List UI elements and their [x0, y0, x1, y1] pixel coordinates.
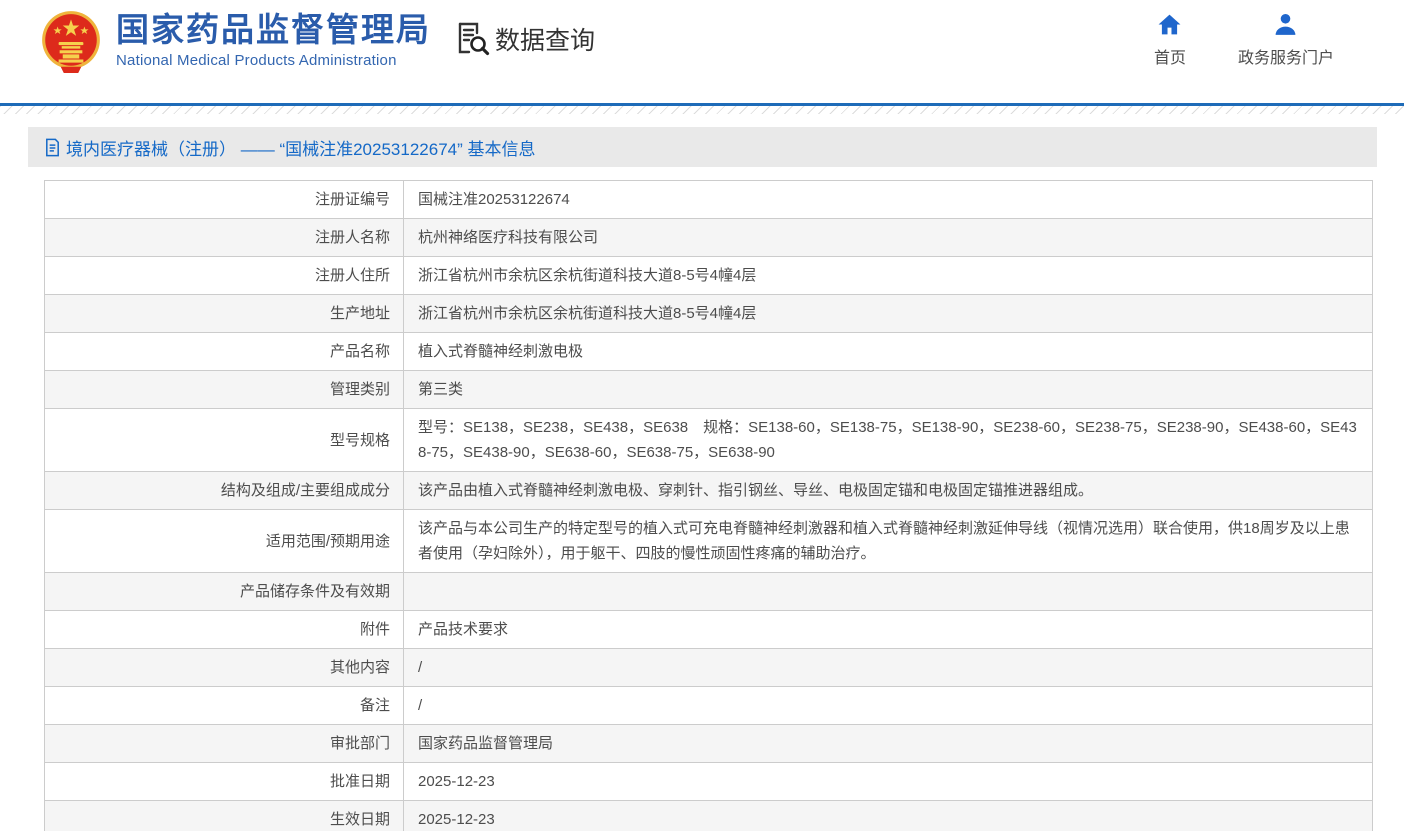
table-row: 批准日期2025-12-23 [45, 763, 1373, 801]
registration-info-table-wrap: 注册证编号国械注准20253122674注册人名称杭州神络医疗科技有限公司注册人… [28, 167, 1377, 831]
row-label: 批准日期 [45, 763, 404, 801]
row-value: 浙江省杭州市余杭区余杭街道科技大道8-5号4幢4层 [404, 295, 1373, 333]
row-label: 注册证编号 [45, 181, 404, 219]
row-label: 其他内容 [45, 649, 404, 687]
nav-label-gov-portal: 政务服务门户 [1238, 44, 1334, 68]
row-value: 2025-12-23 [404, 801, 1373, 831]
row-value: 该产品由植入式脊髓神经刺激电极、穿刺针、指引钢丝、导丝、电极固定锚和电极固定锚推… [404, 472, 1373, 510]
row-label: 管理类别 [45, 371, 404, 409]
row-value: 该产品与本公司生产的特定型号的植入式可充电脊髓神经刺激器和植入式脊髓神经刺激延伸… [404, 510, 1373, 573]
nav-label-home: 首页 [1154, 44, 1186, 68]
document-icon [43, 138, 62, 157]
row-value: 型号：SE138，SE238，SE438，SE638 规格：SE138-60，S… [404, 409, 1373, 472]
info-table-body: 注册证编号国械注准20253122674注册人名称杭州神络医疗科技有限公司注册人… [45, 181, 1373, 831]
table-row: 生产地址浙江省杭州市余杭区余杭街道科技大道8-5号4幢4层 [45, 295, 1373, 333]
table-row: 审批部门国家药品监督管理局 [45, 725, 1373, 763]
row-label: 型号规格 [45, 409, 404, 472]
data-query-label: 数据查询 [495, 21, 595, 57]
logo-text: 国家药品监督管理局 National Medical Products Admi… [116, 10, 431, 69]
national-emblem-icon [38, 9, 104, 75]
row-label: 注册人名称 [45, 219, 404, 257]
row-value: 植入式脊髓神经刺激电极 [404, 333, 1373, 371]
table-row: 管理类别第三类 [45, 371, 1373, 409]
row-value: / [404, 687, 1373, 725]
row-label: 适用范围/预期用途 [45, 510, 404, 573]
site-logo[interactable]: 国家药品监督管理局 National Medical Products Admi… [38, 3, 431, 75]
row-value: 2025-12-23 [404, 763, 1373, 801]
row-label: 审批部门 [45, 725, 404, 763]
table-row: 产品名称植入式脊髓神经刺激电极 [45, 333, 1373, 371]
table-row: 结构及组成/主要组成成分该产品由植入式脊髓神经刺激电极、穿刺针、指引钢丝、导丝、… [45, 472, 1373, 510]
top-nav: 首页 政务服务门户 [1154, 12, 1334, 68]
table-row: 注册人住所浙江省杭州市余杭区余杭街道科技大道8-5号4幢4层 [45, 257, 1373, 295]
site-header: 国家药品监督管理局 National Medical Products Admi… [0, 0, 1404, 103]
row-label: 备注 [45, 687, 404, 725]
row-label: 附件 [45, 611, 404, 649]
row-label: 产品储存条件及有效期 [45, 573, 404, 611]
table-row: 备注/ [45, 687, 1373, 725]
main-content: 境内医疗器械（注册） —— “国械注准20253122674” 基本信息 注册证… [28, 127, 1377, 831]
table-row: 产品储存条件及有效期 [45, 573, 1373, 611]
row-label: 注册人住所 [45, 257, 404, 295]
row-value: 杭州神络医疗科技有限公司 [404, 219, 1373, 257]
section-title-bar: 境内医疗器械（注册） —— “国械注准20253122674” 基本信息 [28, 127, 1377, 167]
data-query-link[interactable]: 数据查询 [453, 20, 595, 57]
data-query-icon [453, 20, 490, 57]
row-label: 生产地址 [45, 295, 404, 333]
row-label: 结构及组成/主要组成成分 [45, 472, 404, 510]
section-title: 境内医疗器械（注册） —— “国械注准20253122674” 基本信息 [66, 135, 536, 160]
row-value: 浙江省杭州市余杭区余杭街道科技大道8-5号4幢4层 [404, 257, 1373, 295]
user-icon [1273, 12, 1298, 37]
row-value: 产品技术要求 [404, 611, 1373, 649]
registration-info-table: 注册证编号国械注准20253122674注册人名称杭州神络医疗科技有限公司注册人… [44, 180, 1373, 831]
row-value: 第三类 [404, 371, 1373, 409]
table-row: 型号规格型号：SE138，SE238，SE438，SE638 规格：SE138-… [45, 409, 1373, 472]
stripe-pattern [0, 106, 1404, 114]
nav-item-gov-portal[interactable]: 政务服务门户 [1238, 12, 1334, 68]
row-label: 生效日期 [45, 801, 404, 831]
row-value: 国家药品监督管理局 [404, 725, 1373, 763]
nav-item-home[interactable]: 首页 [1154, 12, 1186, 68]
table-row: 注册人名称杭州神络医疗科技有限公司 [45, 219, 1373, 257]
row-value: / [404, 649, 1373, 687]
row-value: 国械注准20253122674 [404, 181, 1373, 219]
table-row: 生效日期2025-12-23 [45, 801, 1373, 831]
home-icon [1157, 12, 1182, 37]
row-value [404, 573, 1373, 611]
table-row: 注册证编号国械注准20253122674 [45, 181, 1373, 219]
site-title-en: National Medical Products Administration [116, 52, 431, 69]
row-label: 产品名称 [45, 333, 404, 371]
table-row: 适用范围/预期用途该产品与本公司生产的特定型号的植入式可充电脊髓神经刺激器和植入… [45, 510, 1373, 573]
site-title-cn: 国家药品监督管理局 [116, 10, 431, 50]
table-row: 附件产品技术要求 [45, 611, 1373, 649]
table-row: 其他内容/ [45, 649, 1373, 687]
